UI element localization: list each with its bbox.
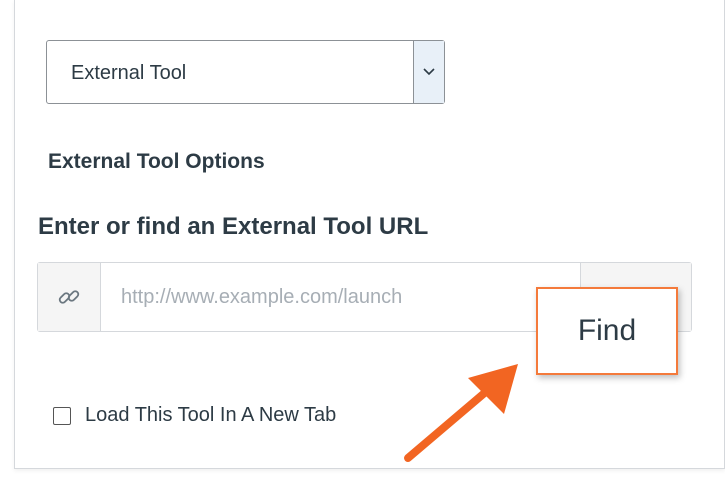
link-icon — [38, 263, 101, 331]
url-heading: Enter or find an External Tool URL — [38, 213, 429, 240]
chevron-down-icon[interactable] — [413, 41, 444, 103]
module-type-select[interactable]: External Tool — [46, 40, 445, 104]
arrow-icon — [404, 364, 518, 462]
options-heading: External Tool Options — [48, 150, 265, 173]
find-button-callout[interactable]: Find — [536, 287, 678, 375]
new-tab-checkbox-row[interactable]: Load This Tool In A New Tab — [53, 404, 336, 427]
new-tab-checkbox[interactable] — [53, 406, 71, 425]
new-tab-checkbox-label[interactable]: Load This Tool In A New Tab — [85, 404, 336, 427]
url-input[interactable] — [101, 263, 581, 331]
select-value: External Tool — [71, 62, 187, 84]
